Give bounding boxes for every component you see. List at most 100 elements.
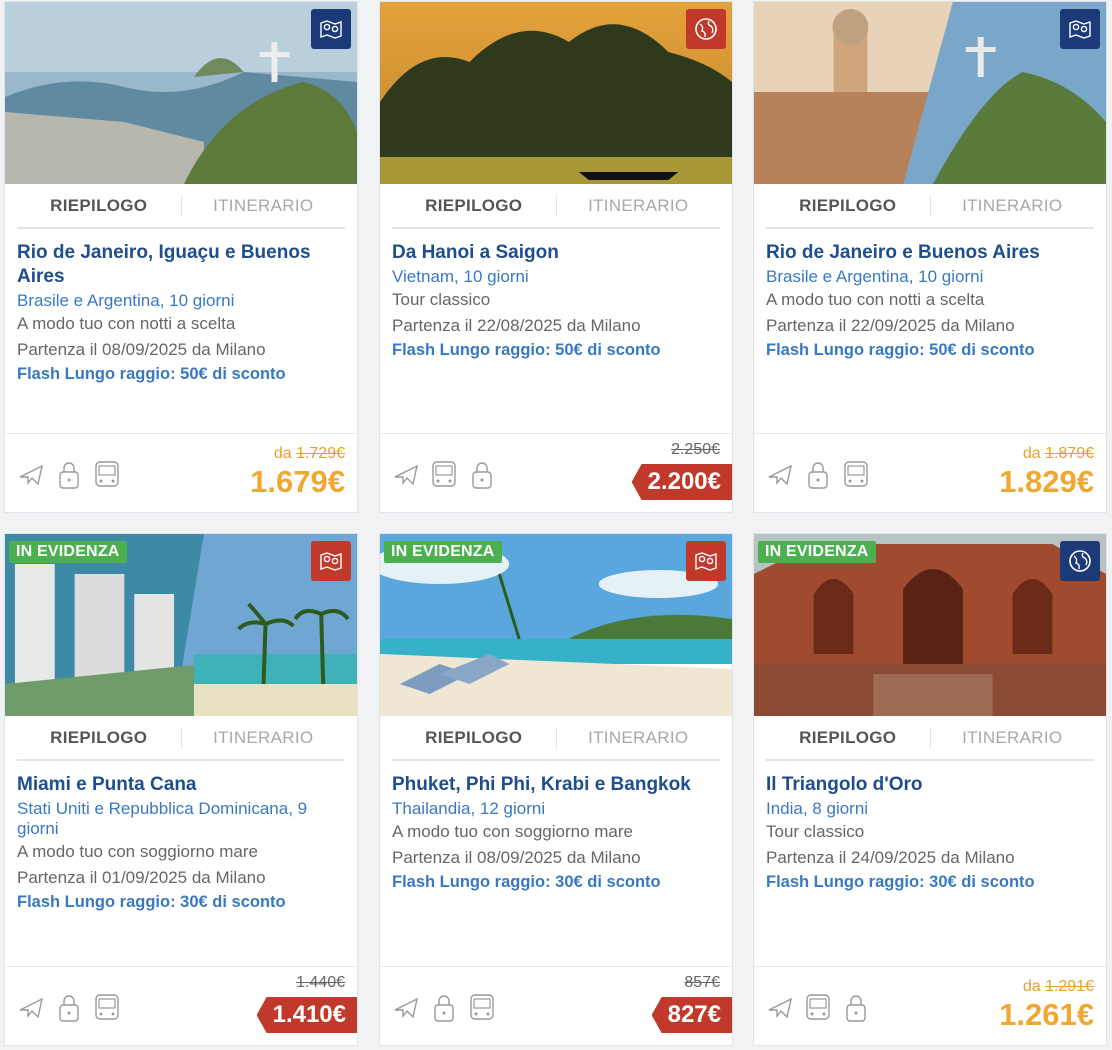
tour-formula: A modo tuo con soggiorno mare <box>392 822 633 841</box>
tour-departure: Partenza il 08/09/2025 da Milano <box>392 848 641 867</box>
featured-badge: IN EVIDENZA <box>9 541 127 563</box>
bus-icon <box>430 460 458 490</box>
map-pin-badge <box>311 541 351 581</box>
map-pin-badge <box>1060 9 1100 49</box>
tour-card[interactable]: RIEPILOGO ITINERARIO Rio de Janeiro, Igu… <box>4 1 358 513</box>
old-price: 1.879€ <box>1045 445 1094 462</box>
tab-itinerario[interactable]: ITINERARIO <box>931 196 1095 216</box>
card-footer: 857€ 827€ <box>380 966 732 1045</box>
bus-icon <box>93 993 121 1023</box>
bus-icon <box>468 993 496 1023</box>
map-pin-icon <box>320 20 342 39</box>
tour-card[interactable]: IN EVIDENZA RIEPILOGO ITINERARIO Miami e… <box>4 533 358 1046</box>
tour-promo: Flash Lungo raggio: 30€ di sconto <box>766 873 1035 891</box>
tour-image[interactable]: IN EVIDENZA <box>5 534 357 716</box>
plane-icon <box>17 993 45 1023</box>
tour-promo: Flash Lungo raggio: 50€ di sconto <box>17 365 286 383</box>
old-price: 857€ <box>684 974 720 991</box>
tour-departure: Partenza il 22/09/2025 da Milano <box>766 316 1015 335</box>
price-block: da 1.291€ 1.261€ <box>999 977 1094 1033</box>
old-price: 1.291€ <box>1045 978 1094 995</box>
tour-formula: A modo tuo con notti a scelta <box>766 290 985 309</box>
tour-destination: Vietnam, 10 giorni <box>392 267 529 286</box>
tab-itinerario[interactable]: ITINERARIO <box>182 728 346 748</box>
tour-formula: A modo tuo con notti a scelta <box>17 314 236 333</box>
tour-card[interactable]: RIEPILOGO ITINERARIO Rio de Janeiro e Bu… <box>753 1 1107 513</box>
card-footer: da 1.729€ 1.679€ <box>5 433 357 512</box>
card-footer: da 1.879€ 1.829€ <box>754 433 1106 512</box>
tab-itinerario[interactable]: ITINERARIO <box>931 728 1095 748</box>
old-price: 2.250€ <box>671 441 720 458</box>
from-label: da <box>1022 445 1041 462</box>
tour-promo: Flash Lungo raggio: 50€ di sconto <box>766 341 1035 359</box>
tour-card[interactable]: IN EVIDENZA RIEPILOGO ITINERARIO Il Tria… <box>753 533 1107 1046</box>
tour-title[interactable]: Da Hanoi a Saigon <box>392 241 720 265</box>
tour-departure: Partenza il 22/08/2025 da Milano <box>392 316 641 335</box>
tab-itinerario[interactable]: ITINERARIO <box>557 728 721 748</box>
map-pin-icon <box>695 552 717 571</box>
tour-image[interactable]: IN EVIDENZA <box>380 534 732 716</box>
tour-promo: Flash Lungo raggio: 30€ di sconto <box>392 873 661 891</box>
tour-destination: India, 8 giorni <box>766 799 869 818</box>
tab-riepilogo[interactable]: RIEPILOGO <box>392 195 557 216</box>
tab-riepilogo[interactable]: RIEPILOGO <box>766 727 931 748</box>
card-tabs: RIEPILOGO ITINERARIO <box>766 184 1094 229</box>
tour-title[interactable]: Miami e Punta Cana <box>17 773 345 797</box>
bus-icon <box>804 993 832 1023</box>
lock-icon <box>430 993 458 1023</box>
card-tabs: RIEPILOGO ITINERARIO <box>392 184 720 229</box>
tour-departure: Partenza il 01/09/2025 da Milano <box>17 868 266 887</box>
tour-title[interactable]: Rio de Janeiro e Buenos Aires <box>766 241 1094 265</box>
tour-title[interactable]: Il Triangolo d'Oro <box>766 773 1094 797</box>
from-label: da <box>273 445 292 462</box>
current-price: 827€ <box>651 997 732 1033</box>
map-pin-badge <box>311 9 351 49</box>
globe-icon <box>695 18 717 40</box>
tour-image[interactable]: IN EVIDENZA <box>754 534 1106 716</box>
tour-image[interactable] <box>754 2 1106 184</box>
globe-icon <box>1069 550 1091 572</box>
tab-riepilogo[interactable]: RIEPILOGO <box>392 727 557 748</box>
featured-badge: IN EVIDENZA <box>384 541 502 563</box>
tour-card[interactable]: IN EVIDENZA RIEPILOGO ITINERARIO Phuket,… <box>379 533 733 1046</box>
tour-destination: Stati Uniti e Repubblica Dominicana, 9 g… <box>17 799 308 838</box>
map-pin-icon <box>1069 20 1091 39</box>
card-tabs: RIEPILOGO ITINERARIO <box>17 184 345 229</box>
tab-riepilogo[interactable]: RIEPILOGO <box>766 195 931 216</box>
price-block: da 1.729€ 1.679€ <box>250 444 345 500</box>
card-footer: da 1.291€ 1.261€ <box>754 966 1106 1045</box>
current-price: 1.261€ <box>999 997 1094 1032</box>
plane-icon <box>392 460 420 490</box>
plane-icon <box>766 460 794 490</box>
current-price: 2.200€ <box>631 464 732 500</box>
tab-itinerario[interactable]: ITINERARIO <box>182 196 346 216</box>
lock-icon <box>804 460 832 490</box>
tour-title[interactable]: Phuket, Phi Phi, Krabi e Bangkok <box>392 773 720 797</box>
card-footer: 1.440€ 1.410€ <box>5 966 357 1045</box>
current-price: 1.829€ <box>999 464 1094 499</box>
current-price: 1.679€ <box>250 464 345 499</box>
map-pin-icon <box>320 552 342 571</box>
lock-icon <box>55 993 83 1023</box>
tab-riepilogo[interactable]: RIEPILOGO <box>17 195 182 216</box>
globe-badge <box>1060 541 1100 581</box>
card-tabs: RIEPILOGO ITINERARIO <box>766 716 1094 761</box>
tab-riepilogo[interactable]: RIEPILOGO <box>17 727 182 748</box>
tour-destination: Thailandia, 12 giorni <box>392 799 546 818</box>
tour-image[interactable] <box>380 2 732 184</box>
plane-icon <box>17 460 45 490</box>
tour-departure: Partenza il 24/09/2025 da Milano <box>766 848 1015 867</box>
bus-icon <box>93 460 121 490</box>
tour-card[interactable]: RIEPILOGO ITINERARIO Da Hanoi a Saigon V… <box>379 1 733 513</box>
from-label: da <box>1022 978 1041 995</box>
tour-destination: Brasile e Argentina, 10 giorni <box>766 267 984 286</box>
old-price: 1.729€ <box>296 445 345 462</box>
tour-image[interactable] <box>5 2 357 184</box>
tour-formula: Tour classico <box>392 290 491 309</box>
tab-itinerario[interactable]: ITINERARIO <box>557 196 721 216</box>
card-tabs: RIEPILOGO ITINERARIO <box>17 716 345 761</box>
price-block: da 1.879€ 1.829€ <box>999 444 1094 500</box>
tour-title[interactable]: Rio de Janeiro, Iguaçu e Buenos Aires <box>17 241 345 289</box>
lock-icon <box>55 460 83 490</box>
tour-promo: Flash Lungo raggio: 50€ di sconto <box>392 341 661 359</box>
